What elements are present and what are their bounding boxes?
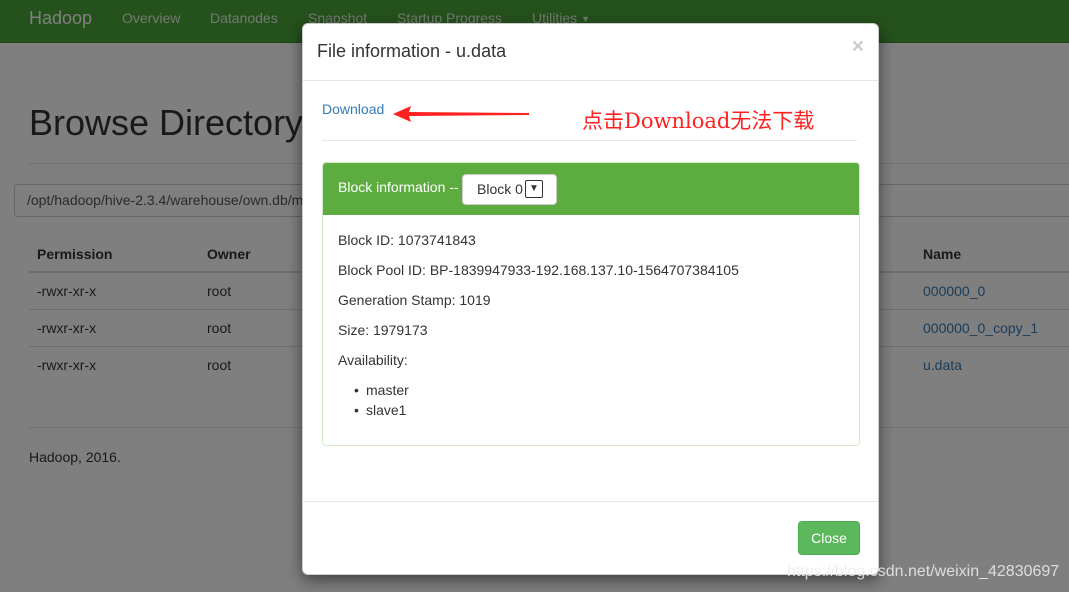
- close-icon[interactable]: ×: [852, 35, 864, 59]
- generation-stamp: Generation Stamp: 1019: [338, 292, 491, 308]
- modal-title: File information - u.data: [317, 41, 507, 61]
- list-item: • slave1: [354, 402, 407, 418]
- block-info-panel: Block information -- Block 0 ▼ Block ID:…: [322, 162, 860, 446]
- bullet-icon: •: [354, 402, 359, 418]
- close-button[interactable]: Close: [798, 521, 860, 555]
- modal-header: File information - u.data ×: [303, 24, 878, 81]
- arrow-left-icon: [393, 106, 529, 122]
- block-select[interactable]: Block 0 ▼: [462, 174, 557, 205]
- panel-heading: Block information -- Block 0 ▼: [323, 163, 859, 215]
- panel-title: Block information --: [338, 179, 459, 195]
- modal-footer-divider: [303, 501, 878, 502]
- availability-node: master: [366, 382, 409, 398]
- block-select-value: Block 0: [477, 181, 523, 197]
- block-id: Block ID: 1073741843: [338, 232, 476, 248]
- annotation-text: 点击Download无法下载: [582, 109, 815, 133]
- availability-label: Availability:: [338, 352, 408, 368]
- file-info-modal: File information - u.data × Download 点击D…: [302, 23, 879, 575]
- block-size: Size: 1979173: [338, 322, 428, 338]
- bullet-icon: •: [354, 382, 359, 398]
- divider: [322, 140, 857, 141]
- availability-node: slave1: [366, 402, 407, 418]
- download-link[interactable]: Download: [322, 101, 384, 117]
- watermark: https://blog.csdn.net/weixin_42830697: [787, 563, 1060, 580]
- chevron-down-icon[interactable]: ▼: [525, 180, 543, 198]
- list-item: • master: [354, 382, 409, 398]
- block-pool-id: Block Pool ID: BP-1839947933-192.168.137…: [338, 262, 739, 278]
